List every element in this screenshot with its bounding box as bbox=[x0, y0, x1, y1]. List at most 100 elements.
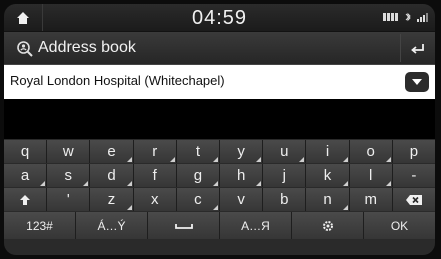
ok-key[interactable]: OK bbox=[364, 212, 435, 239]
suggestion-area bbox=[4, 99, 435, 139]
address-input-value: Royal London Hospital (Whitechapel) bbox=[10, 73, 225, 88]
on-screen-keyboard: q w e r t y u i o p a s d f g h j k l - bbox=[4, 139, 435, 255]
keyboard-row-2: a s d f g h j k l - bbox=[4, 164, 435, 187]
key-t[interactable]: t bbox=[176, 140, 221, 163]
key-label: o bbox=[366, 143, 375, 160]
screen: 04:59 Address book Royal London Hospital… bbox=[0, 0, 441, 259]
key-label: g bbox=[193, 167, 203, 184]
accent-indicator bbox=[213, 205, 219, 210]
chevron-down-icon bbox=[412, 79, 422, 85]
key-a[interactable]: a bbox=[4, 164, 48, 187]
key-label: j bbox=[282, 167, 286, 184]
key-label: m bbox=[364, 191, 377, 208]
key-o[interactable]: o bbox=[349, 140, 393, 163]
accents-key[interactable]: Á…Ý bbox=[76, 212, 148, 239]
key-n[interactable]: n bbox=[306, 188, 350, 211]
key-label: y bbox=[237, 143, 245, 160]
key-label: i bbox=[325, 143, 330, 160]
key-f[interactable]: f bbox=[133, 164, 177, 187]
key-label: u bbox=[280, 143, 289, 160]
key-label: d bbox=[107, 167, 116, 184]
shift-key[interactable] bbox=[4, 188, 48, 211]
key-label: OK bbox=[390, 218, 409, 233]
back-button[interactable] bbox=[400, 34, 435, 62]
key-y[interactable]: y bbox=[220, 140, 264, 163]
key-w[interactable]: w bbox=[47, 140, 91, 163]
key-label: - bbox=[411, 167, 417, 184]
key-label: t bbox=[195, 143, 200, 160]
keyboard-row-3: ' z x c v b n m bbox=[4, 188, 435, 211]
accent-indicator bbox=[126, 157, 132, 162]
key-label: w bbox=[62, 143, 74, 160]
space-key[interactable] bbox=[148, 212, 220, 239]
battery-icon bbox=[383, 13, 398, 21]
key-label: Á…Ý bbox=[97, 218, 126, 233]
key-label: q bbox=[20, 143, 30, 160]
key-b[interactable]: b bbox=[263, 188, 307, 211]
backspace-icon bbox=[405, 194, 422, 205]
key-h[interactable]: h bbox=[220, 164, 264, 187]
address-book-search-icon bbox=[17, 41, 33, 57]
key-g[interactable]: g bbox=[176, 164, 221, 187]
keyboard-row-4: 123# Á…Ý A…Я OK bbox=[4, 212, 435, 239]
accent-indicator bbox=[126, 205, 132, 210]
key-label: ' bbox=[66, 191, 70, 208]
key-hyphen[interactable]: - bbox=[392, 164, 435, 187]
page-title: Address book bbox=[38, 39, 136, 56]
key-s[interactable]: s bbox=[47, 164, 91, 187]
key-label: x bbox=[150, 191, 159, 208]
keyboard-row-1: q w e r t y u i o p bbox=[4, 140, 435, 163]
key-apostrophe[interactable]: ' bbox=[47, 188, 91, 211]
accent-indicator bbox=[169, 157, 175, 162]
key-k[interactable]: k bbox=[306, 164, 350, 187]
bluetooth-icon bbox=[405, 12, 411, 22]
key-label: c bbox=[194, 191, 202, 208]
display: 04:59 Address book Royal London Hospital… bbox=[4, 4, 435, 255]
key-x[interactable]: x bbox=[133, 188, 177, 211]
key-label: h bbox=[236, 167, 246, 184]
key-label: z bbox=[107, 191, 116, 208]
numbers-key[interactable]: 123# bbox=[4, 212, 76, 239]
accent-indicator bbox=[256, 157, 262, 162]
backspace-key[interactable] bbox=[392, 188, 435, 211]
key-label: p bbox=[409, 143, 419, 160]
key-label: f bbox=[152, 167, 157, 184]
address-input-field[interactable]: Royal London Hospital (Whitechapel) bbox=[4, 65, 435, 99]
accent-indicator bbox=[126, 181, 132, 186]
key-v[interactable]: v bbox=[220, 188, 264, 211]
accent-indicator bbox=[385, 157, 391, 162]
accent-indicator bbox=[40, 181, 46, 186]
shift-arrow-icon bbox=[20, 194, 31, 205]
key-u[interactable]: u bbox=[263, 140, 307, 163]
accent-indicator bbox=[342, 157, 348, 162]
key-i[interactable]: i bbox=[306, 140, 350, 163]
key-r[interactable]: r bbox=[133, 140, 177, 163]
key-c[interactable]: c bbox=[176, 188, 221, 211]
back-icon bbox=[411, 44, 424, 54]
key-label: r bbox=[152, 143, 158, 160]
accent-indicator bbox=[342, 205, 348, 210]
settings-key[interactable] bbox=[292, 212, 364, 239]
key-d[interactable]: d bbox=[90, 164, 134, 187]
key-label: n bbox=[323, 191, 332, 208]
dropdown-button[interactable] bbox=[405, 72, 429, 92]
accent-indicator bbox=[256, 181, 262, 186]
accent-indicator bbox=[213, 181, 219, 186]
accent-indicator bbox=[213, 157, 219, 162]
key-j[interactable]: j bbox=[263, 164, 307, 187]
key-z[interactable]: z bbox=[90, 188, 134, 211]
key-q[interactable]: q bbox=[4, 140, 48, 163]
key-label: a bbox=[20, 167, 30, 184]
key-e[interactable]: e bbox=[90, 140, 134, 163]
accent-indicator bbox=[385, 181, 391, 186]
key-l[interactable]: l bbox=[349, 164, 393, 187]
key-label: l bbox=[369, 167, 373, 184]
key-label: 123# bbox=[26, 218, 53, 233]
accent-indicator bbox=[342, 181, 348, 186]
gear-icon bbox=[322, 220, 333, 231]
key-p[interactable]: p bbox=[392, 140, 435, 163]
key-m[interactable]: m bbox=[349, 188, 393, 211]
space-icon bbox=[174, 223, 193, 229]
accent-indicator bbox=[299, 157, 305, 162]
cyrillic-key[interactable]: A…Я bbox=[220, 212, 292, 239]
